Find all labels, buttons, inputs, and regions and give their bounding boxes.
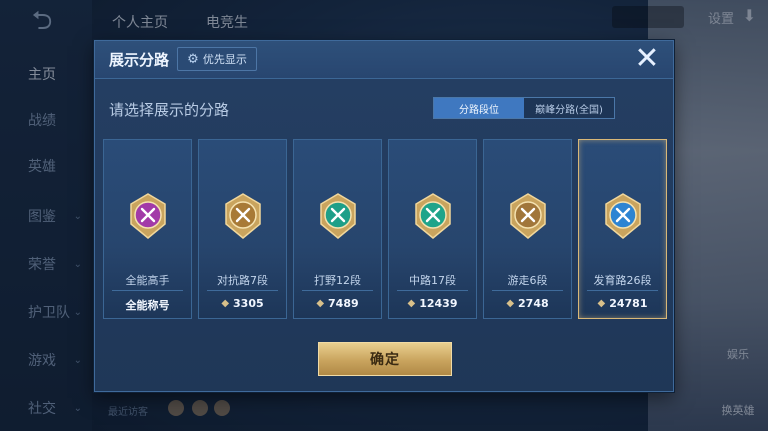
- toggle-lane-rank[interactable]: 分路段位: [434, 98, 524, 118]
- lane-card[interactable]: 全能高手 全能称号: [103, 139, 192, 319]
- rank-points-icon: ◆: [221, 298, 230, 309]
- lane-score-value: 7489: [328, 297, 359, 310]
- roam-emblem-icon: [510, 193, 546, 239]
- clash-lane-emblem-icon: [225, 193, 261, 239]
- rank-points-icon: ◆: [316, 298, 325, 309]
- card-divider: [492, 290, 563, 291]
- rank-mode-toggle: 分路段位 巅峰分路(全国): [433, 97, 615, 119]
- farm-lane-emblem-icon: [605, 193, 641, 239]
- lane-display-dialog: 展示分路 ⚙ 优先显示 ✕ 请选择展示的分路 分路段位 巅峰分路(全国) 全能高…: [94, 40, 674, 392]
- confirm-button[interactable]: 确定: [318, 342, 452, 376]
- lane-score: ◆ 3305: [199, 297, 286, 310]
- gear-icon: ⚙: [187, 51, 199, 67]
- lane-score-value: 24781: [609, 297, 648, 310]
- lane-score: ◆ 7489: [294, 297, 381, 310]
- lane-card[interactable]: 对抗路7段 ◆ 3305: [198, 139, 287, 319]
- card-divider: [112, 290, 183, 291]
- lane-card[interactable]: 游走6段 ◆ 2748: [483, 139, 572, 319]
- card-divider: [207, 290, 278, 291]
- lane-score-value: 全能称号: [125, 299, 170, 312]
- lane-rank-label: 发育路26段: [593, 274, 652, 287]
- card-divider: [302, 290, 373, 291]
- card-divider: [397, 290, 468, 291]
- lane-rank-label: 打野12段: [314, 274, 361, 287]
- lane-rank-label: 游走6段: [507, 274, 548, 287]
- all-round-emblem-icon: [130, 193, 166, 239]
- rank-points-icon: ◆: [597, 298, 606, 309]
- lane-card[interactable]: 打野12段 ◆ 7489: [293, 139, 382, 319]
- lane-score-value: 12439: [419, 297, 458, 310]
- lane-card[interactable]: 中路17段 ◆ 12439: [388, 139, 477, 319]
- lane-score-value: 3305: [233, 297, 264, 310]
- toggle-peak-lane[interactable]: 巅峰分路(全国): [524, 98, 614, 118]
- lane-score: ◆ 12439: [389, 297, 476, 310]
- lane-rank-label: 中路17段: [409, 274, 456, 287]
- lane-score: ◆ 24781: [579, 297, 666, 310]
- dialog-header: 展示分路 ⚙ 优先显示 ✕: [95, 41, 673, 79]
- lane-score-value: 2748: [518, 297, 549, 310]
- jungle-emblem-icon: [320, 193, 356, 239]
- close-icon[interactable]: ✕: [631, 44, 663, 76]
- rank-points-icon: ◆: [506, 298, 515, 309]
- lane-cards: 全能高手 全能称号 对抗路7段 ◆ 3305 打野12段 ◆ 7489 中路17段 ◆ 12439 游…: [103, 139, 667, 319]
- priority-display-button[interactable]: ⚙ 优先显示: [177, 47, 257, 71]
- lane-card[interactable]: 发育路26段 ◆ 24781: [578, 139, 667, 319]
- lane-rank-label: 对抗路7段: [217, 274, 268, 287]
- rank-points-icon: ◆: [407, 298, 416, 309]
- lane-score: 全能称号: [104, 297, 191, 313]
- dialog-title: 展示分路: [109, 51, 170, 69]
- dialog-subtitle: 请选择展示的分路: [109, 101, 230, 119]
- priority-display-label: 优先显示: [202, 53, 247, 66]
- card-divider: [587, 290, 658, 291]
- lane-score: ◆ 2748: [484, 297, 571, 310]
- mid-lane-emblem-icon: [415, 193, 451, 239]
- lane-rank-label: 全能高手: [125, 274, 170, 287]
